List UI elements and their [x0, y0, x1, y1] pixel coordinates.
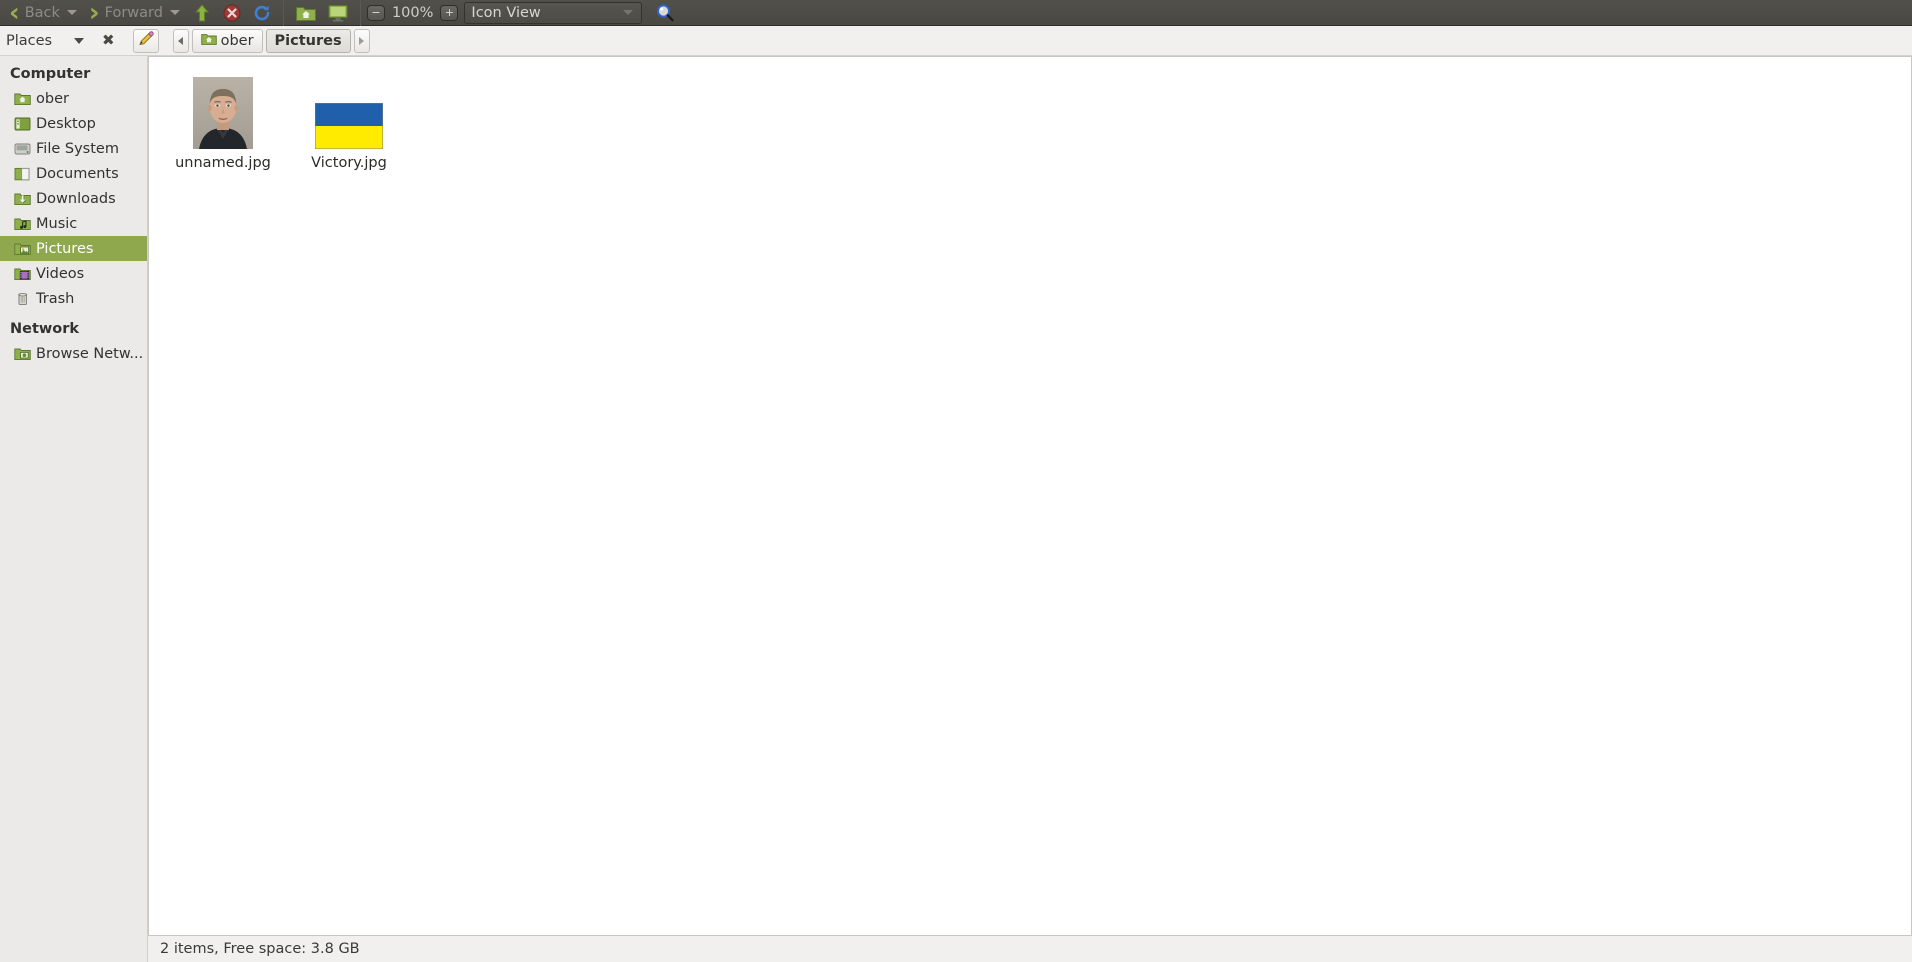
edit-location-button[interactable] — [132, 28, 159, 53]
file-name-label: unnamed.jpg — [175, 155, 271, 171]
thumbnail — [193, 71, 253, 149]
toolbar-separator — [282, 0, 284, 26]
search-icon — [655, 3, 675, 23]
documents-icon — [14, 166, 31, 182]
path-toolbar: Places ✖ ober Pictures — [0, 26, 1912, 56]
stop-button[interactable] — [217, 1, 247, 25]
home-folder-icon — [14, 91, 31, 107]
status-text: 2 items, Free space: 3.8 GB — [160, 941, 360, 957]
sidebar-item-label: Music — [36, 215, 78, 232]
home-folder-icon — [200, 32, 217, 50]
harddisk-icon — [14, 141, 31, 157]
forward-button[interactable]: Forward — [84, 1, 187, 25]
arrow-up-icon — [192, 3, 212, 23]
sidebar-item-trash[interactable]: Trash — [0, 286, 147, 311]
sidebar-item-desktop[interactable]: Desktop — [0, 111, 147, 136]
main-body: Computer ober Desktop File System Docume… — [0, 56, 1912, 962]
stop-icon — [222, 3, 242, 23]
chevron-down-icon[interactable] — [169, 10, 180, 15]
zoom-out-label: − — [371, 6, 381, 19]
sidebar-item-videos[interactable]: Videos — [0, 261, 147, 286]
sidebar-item-browse-network[interactable]: Browse Netw... — [0, 341, 147, 366]
zoom-out-button[interactable]: − — [366, 4, 385, 21]
breadcrumb-next-button[interactable] — [353, 28, 370, 53]
file-item-victory[interactable]: Victory.jpg — [297, 71, 401, 171]
sidebar-section-computer-title: Computer — [10, 66, 91, 82]
reload-button[interactable] — [247, 1, 277, 25]
chevron-down-icon[interactable] — [66, 10, 77, 15]
sidebar-section-network-title: Network — [10, 321, 80, 337]
content-area: unnamed.jpg Victory.jpg 2 items, Free sp… — [148, 56, 1912, 962]
sidebar-item-ober[interactable]: ober — [0, 86, 147, 111]
breadcrumb-item-ober[interactable]: ober — [191, 28, 263, 53]
portrait-photo-thumbnail — [193, 77, 253, 149]
file-item-unnamed[interactable]: unnamed.jpg — [171, 71, 275, 171]
videos-icon — [14, 266, 31, 282]
downloads-icon — [14, 191, 31, 207]
ukraine-flag-thumbnail — [315, 103, 383, 149]
pictures-icon — [14, 241, 31, 257]
places-sidebar: Computer ober Desktop File System Docume… — [0, 56, 148, 962]
desktop-icon — [14, 116, 31, 132]
chevron-left-icon — [178, 36, 184, 45]
chevron-left-icon — [9, 0, 20, 26]
view-mode-label: Icon View — [471, 4, 541, 21]
sidebar-item-file-system[interactable]: File System — [0, 136, 147, 161]
sidebar-item-downloads[interactable]: Downloads — [0, 186, 147, 211]
breadcrumb-label: Pictures — [274, 32, 342, 49]
trash-icon — [14, 291, 31, 307]
sidebar-item-label: File System — [36, 140, 119, 157]
thumbnail — [315, 71, 383, 149]
search-button[interactable] — [650, 1, 680, 25]
chevron-down-icon[interactable] — [74, 37, 84, 44]
breadcrumb-prev-button[interactable] — [172, 28, 189, 53]
home-button[interactable] — [290, 1, 322, 25]
zoom-level-label: 100% — [391, 4, 434, 21]
main-toolbar: Back Forward — [0, 0, 1912, 26]
sidebar-item-label: Pictures — [36, 240, 94, 257]
zoom-in-label: + — [444, 6, 455, 19]
sidebar-item-label: Browse Netw... — [36, 345, 144, 362]
sidebar-item-label: Videos — [36, 265, 85, 282]
sidebar-item-label: Documents — [36, 165, 119, 182]
sidebar-item-label: ober — [36, 90, 69, 107]
sidebar-item-label: Downloads — [36, 190, 116, 207]
music-icon — [14, 216, 31, 232]
home-folder-icon — [295, 3, 317, 23]
breadcrumb-item-pictures[interactable]: Pictures — [265, 28, 351, 53]
back-button-label: Back — [24, 4, 60, 21]
computer-icon — [327, 3, 349, 23]
sidebar-item-label: Desktop — [36, 115, 96, 132]
places-label: Places — [6, 32, 53, 49]
sidebar-item-music[interactable]: Music — [0, 211, 147, 236]
forward-button-label: Forward — [104, 4, 163, 21]
chevron-down-icon — [623, 10, 634, 15]
close-icon[interactable]: ✖ — [102, 33, 115, 48]
status-bar: 2 items, Free space: 3.8 GB — [148, 936, 1912, 962]
network-icon — [14, 346, 31, 362]
sidebar-item-documents[interactable]: Documents — [0, 161, 147, 186]
file-icon-view[interactable]: unnamed.jpg Victory.jpg — [148, 56, 1912, 936]
chevron-right-icon — [359, 36, 365, 45]
file-name-label: Victory.jpg — [311, 155, 387, 171]
computer-button[interactable] — [322, 1, 354, 25]
chevron-right-icon — [89, 0, 100, 26]
back-button[interactable]: Back — [4, 1, 84, 25]
pencil-icon — [137, 30, 155, 52]
sidebar-item-label: Trash — [36, 290, 75, 307]
breadcrumb-label: ober — [220, 32, 254, 49]
view-mode-select[interactable]: Icon View — [464, 1, 643, 24]
zoom-in-button[interactable]: + — [440, 4, 459, 21]
sidebar-item-pictures[interactable]: Pictures — [0, 236, 147, 261]
toolbar-separator — [359, 0, 361, 26]
reload-icon — [252, 3, 272, 23]
up-button[interactable] — [187, 1, 217, 25]
